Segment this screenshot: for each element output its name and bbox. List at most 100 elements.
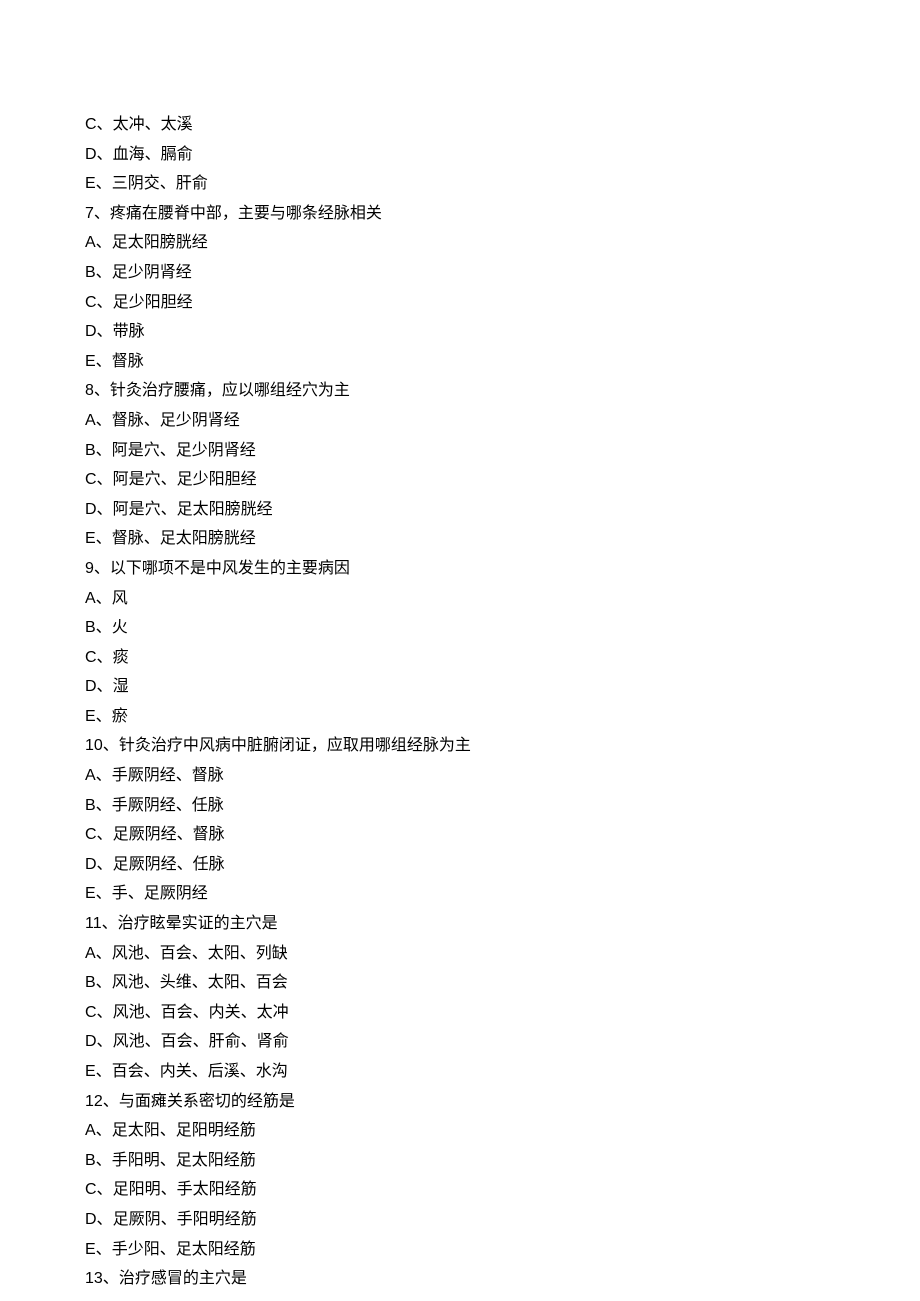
- text-line: E、手、足厥阴经: [85, 879, 835, 909]
- text-line: E、督脉: [85, 347, 835, 377]
- line-label: E、: [85, 1063, 112, 1080]
- line-text: 带脉: [113, 323, 145, 340]
- line-text: 湿: [113, 678, 129, 695]
- text-line: 11、治疗眩晕实证的主穴是: [85, 909, 835, 939]
- line-text: 针灸治疗中风病中脏腑闭证，应取用哪组经脉为主: [119, 737, 471, 754]
- line-text: 治疗眩晕实证的主穴是: [118, 915, 278, 932]
- line-text: 治疗感冒的主穴是: [119, 1270, 247, 1287]
- line-label: E、: [85, 353, 112, 370]
- line-label: C、: [85, 471, 113, 488]
- line-label: 12、: [85, 1093, 119, 1110]
- line-label: D、: [85, 1211, 113, 1228]
- line-label: 9、: [85, 560, 110, 577]
- line-label: 7、: [85, 205, 110, 222]
- line-text: 足厥阴经、督脉: [113, 826, 225, 843]
- line-label: C、: [85, 116, 113, 133]
- line-label: B、: [85, 1152, 112, 1169]
- text-line: B、阿是穴、足少阴肾经: [85, 436, 835, 466]
- line-text: 阿是穴、足太阳膀胱经: [113, 501, 273, 518]
- line-text: 火: [112, 619, 128, 636]
- text-line: D、足厥阴、手阳明经筋: [85, 1205, 835, 1235]
- line-label: E、: [85, 1241, 112, 1258]
- line-text: 足太阳膀胱经: [112, 234, 208, 251]
- text-line: A、足太阳、足阳明经筋: [85, 1116, 835, 1146]
- line-label: A、: [85, 1122, 112, 1139]
- text-line: C、足厥阴经、督脉: [85, 820, 835, 850]
- line-label: C、: [85, 649, 113, 666]
- text-line: C、足阳明、手太阳经筋: [85, 1175, 835, 1205]
- text-line: B、火: [85, 613, 835, 643]
- line-text: 足厥阴经、任脉: [113, 856, 225, 873]
- line-label: C、: [85, 1181, 113, 1198]
- text-line: 13、治疗感冒的主穴是: [85, 1264, 835, 1294]
- line-text: 足厥阴、手阳明经筋: [113, 1211, 257, 1228]
- text-line: C、太冲、太溪: [85, 110, 835, 140]
- line-text: 太冲、太溪: [113, 116, 193, 133]
- line-text: 手阳明、足太阳经筋: [112, 1152, 256, 1169]
- line-text: 阿是穴、足少阳胆经: [113, 471, 257, 488]
- line-label: C、: [85, 1004, 113, 1021]
- text-line: E、手少阳、足太阳经筋: [85, 1235, 835, 1265]
- line-text: 督脉、足少阴肾经: [112, 412, 240, 429]
- text-line: 8、针灸治疗腰痛，应以哪组经穴为主: [85, 376, 835, 406]
- document-content: C、太冲、太溪D、血海、膈俞E、三阴交、肝俞7、疼痛在腰脊中部，主要与哪条经脉相…: [85, 110, 835, 1294]
- line-text: 血海、膈俞: [113, 146, 193, 163]
- text-line: D、阿是穴、足太阳膀胱经: [85, 495, 835, 525]
- line-label: 8、: [85, 382, 110, 399]
- text-line: A、手厥阴经、督脉: [85, 761, 835, 791]
- line-text: 百会、内关、后溪、水沟: [112, 1063, 288, 1080]
- line-label: D、: [85, 1033, 113, 1050]
- line-text: 足少阳胆经: [113, 294, 193, 311]
- line-text: 三阴交、肝俞: [112, 175, 208, 192]
- line-label: A、: [85, 234, 112, 251]
- text-line: 12、与面瘫关系密切的经筋是: [85, 1087, 835, 1117]
- text-line: 9、以下哪项不是中风发生的主要病因: [85, 554, 835, 584]
- line-text: 督脉、足太阳膀胱经: [112, 530, 256, 547]
- line-label: 13、: [85, 1270, 119, 1287]
- line-label: E、: [85, 530, 112, 547]
- line-label: B、: [85, 442, 112, 459]
- line-text: 疼痛在腰脊中部，主要与哪条经脉相关: [110, 205, 382, 222]
- line-text: 阿是穴、足少阴肾经: [112, 442, 256, 459]
- line-text: 风池、百会、内关、太冲: [113, 1004, 289, 1021]
- text-line: B、足少阴肾经: [85, 258, 835, 288]
- line-text: 风池、头维、太阳、百会: [112, 974, 288, 991]
- line-label: D、: [85, 856, 113, 873]
- text-line: D、血海、膈俞: [85, 140, 835, 170]
- text-line: E、瘀: [85, 702, 835, 732]
- text-line: E、三阴交、肝俞: [85, 169, 835, 199]
- text-line: D、风池、百会、肝俞、肾俞: [85, 1027, 835, 1057]
- line-text: 瘀: [112, 708, 128, 725]
- text-line: D、带脉: [85, 317, 835, 347]
- line-text: 与面瘫关系密切的经筋是: [119, 1093, 295, 1110]
- text-line: A、风: [85, 584, 835, 614]
- line-label: A、: [85, 412, 112, 429]
- line-label: D、: [85, 323, 113, 340]
- line-text: 风池、百会、太阳、列缺: [112, 945, 288, 962]
- text-line: A、督脉、足少阴肾经: [85, 406, 835, 436]
- line-label: D、: [85, 501, 113, 518]
- line-label: C、: [85, 826, 113, 843]
- line-label: B、: [85, 264, 112, 281]
- line-label: D、: [85, 678, 113, 695]
- line-label: 10、: [85, 737, 119, 754]
- line-label: 11、: [85, 915, 118, 932]
- line-label: E、: [85, 175, 112, 192]
- text-line: A、足太阳膀胱经: [85, 228, 835, 258]
- line-text: 痰: [113, 649, 129, 666]
- text-line: E、百会、内关、后溪、水沟: [85, 1057, 835, 1087]
- text-line: B、手厥阴经、任脉: [85, 791, 835, 821]
- line-label: D、: [85, 146, 113, 163]
- line-text: 足阳明、手太阳经筋: [113, 1181, 257, 1198]
- text-line: C、痰: [85, 643, 835, 673]
- line-text: 手、足厥阴经: [112, 885, 208, 902]
- line-text: 手少阳、足太阳经筋: [112, 1241, 256, 1258]
- line-text: 风池、百会、肝俞、肾俞: [113, 1033, 289, 1050]
- line-text: 以下哪项不是中风发生的主要病因: [110, 560, 350, 577]
- text-line: D、湿: [85, 672, 835, 702]
- text-line: 7、疼痛在腰脊中部，主要与哪条经脉相关: [85, 199, 835, 229]
- line-label: B、: [85, 619, 112, 636]
- text-line: A、风池、百会、太阳、列缺: [85, 939, 835, 969]
- line-label: E、: [85, 885, 112, 902]
- text-line: C、足少阳胆经: [85, 288, 835, 318]
